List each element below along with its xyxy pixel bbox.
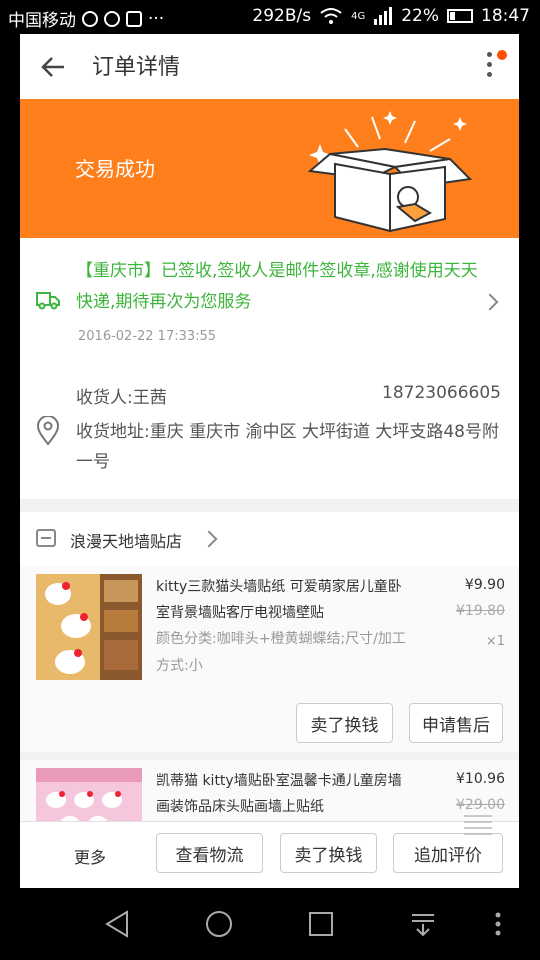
clock: 18:47 [481, 6, 530, 26]
product-original-price: ¥19.80 [456, 603, 505, 619]
back-nav-icon[interactable] [103, 910, 131, 938]
notification-pulldown-icon[interactable] [409, 910, 437, 938]
shop-name: 浪漫天地墙贴店 [70, 532, 183, 551]
status-bar: 中国移动 ··· 292B/s 4G 22% 18:47 [0, 0, 540, 34]
network-type: 4G [351, 10, 366, 22]
product-price: ¥9.90 [464, 577, 505, 593]
sell-button[interactable]: 卖了换钱 [280, 833, 377, 873]
battery-percent: 22% [401, 6, 439, 26]
more-link[interactable]: 更多 [74, 844, 106, 868]
signal-icon [374, 7, 393, 25]
page-title: 订单详情 [92, 55, 181, 80]
more-options-icon[interactable] [487, 52, 497, 82]
logistics-message: 【重庆市】已签收,签收人是邮件签收章,感谢使用天天快递,期待再次为您服务 [76, 261, 478, 312]
order-status-banner: 交易成功 [20, 99, 519, 238]
product-spec: 颜色分类:咖啡头+橙黄蝴蝶结;尺寸/加工方式:小 [156, 631, 406, 674]
product-quantity: ×1 [485, 634, 505, 649]
address-section: 收货人:王茜 18723066605 收货地址:重庆 重庆市 渝中区 大坪街道 … [20, 358, 519, 499]
header: 订单详情 [20, 34, 519, 99]
truck-icon [36, 292, 60, 310]
shop-header[interactable]: 浪漫天地墙贴店 [20, 512, 519, 566]
notification-dot [497, 50, 507, 60]
chevron-right-icon [200, 530, 218, 548]
battery-icon [447, 9, 473, 23]
more-notifications-icon: ··· [148, 8, 165, 29]
system-navigation-bar [0, 888, 540, 960]
shop-icon [36, 529, 56, 547]
product-price: ¥10.96 [456, 771, 505, 787]
menu-nav-icon[interactable] [490, 910, 506, 938]
sell-item-button[interactable]: 卖了换钱 [296, 703, 393, 743]
logistics-time: 2016-02-22 17:33:55 [78, 329, 217, 344]
shield-icon [104, 10, 120, 27]
net-speed: 292B/s [252, 6, 312, 26]
receiver-phone: 18723066605 [382, 383, 501, 403]
order-status-text: 交易成功 [75, 157, 155, 181]
order-item: kitty三款猫头墙贴纸 可爱萌家居儿童卧室背景墙贴客厅电视墙壁贴 ¥9.90 … [20, 566, 519, 752]
product-thumbnail[interactable] [36, 574, 142, 680]
image-icon [126, 10, 142, 27]
product-title[interactable]: 凯蒂猫 kitty墙贴卧室温馨卡通儿童房墙画装饰品床头贴画墙上贴纸 [156, 768, 406, 820]
home-nav-icon[interactable] [205, 910, 233, 938]
back-arrow-icon[interactable] [38, 52, 68, 82]
order-detail-screen: 订单详情 交易成功 【重庆市】已签收,签收人是邮件签收章,感谢使用天天快递,期待… [20, 34, 519, 888]
request-after-sales-button[interactable]: 申请售后 [409, 703, 503, 743]
product-title[interactable]: kitty三款猫头墙贴纸 可爱萌家居儿童卧室背景墙贴客厅电视墙壁贴 [156, 574, 406, 626]
search-icon [82, 10, 98, 27]
product-original-price: ¥29.00 [456, 797, 505, 813]
recents-nav-icon[interactable] [307, 910, 335, 938]
logistics-section[interactable]: 【重庆市】已签收,签收人是邮件签收章,感谢使用天天快递,期待再次为您服务 201… [20, 238, 519, 358]
receiver-name: 收货人:王茜 [76, 388, 167, 408]
carrier-label: 中国移动 [8, 11, 76, 31]
receiver-address: 收货地址:重庆 重庆市 渝中区 大坪街道 大坪支路48号附一号 [76, 422, 499, 472]
list-icon[interactable] [460, 812, 496, 840]
order-item: 凯蒂猫 kitty墙贴卧室温馨卡通儿童房墙画装饰品床头贴画墙上贴纸 ¥10.96… [20, 760, 519, 874]
view-logistics-button[interactable]: 查看物流 [156, 833, 263, 873]
wifi-icon [320, 8, 342, 24]
location-pin-icon [36, 416, 60, 446]
bottom-action-bar: 更多 查看物流 卖了换钱 追加评价 [20, 815, 519, 888]
open-box-illustration [307, 111, 473, 233]
